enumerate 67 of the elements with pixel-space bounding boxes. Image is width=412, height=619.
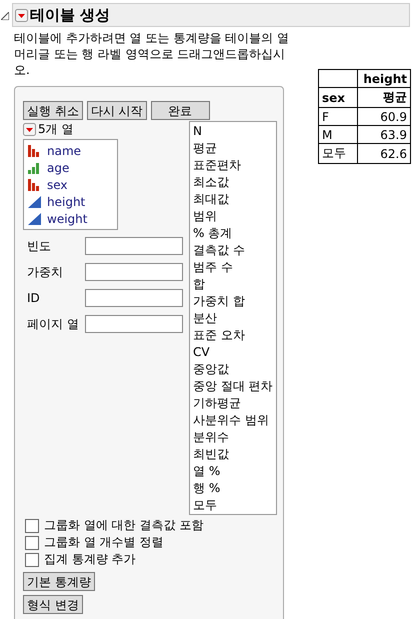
row-label-header: sex (318, 88, 358, 108)
statistic-item[interactable]: 최대값 (193, 191, 273, 208)
action-button[interactable]: 다시 시작 (86, 101, 147, 120)
window-title: 테이블 생성 (30, 6, 110, 24)
role-label: 페이지 열 (27, 316, 80, 332)
statistic-item[interactable]: 합 (193, 276, 273, 293)
statistic-item[interactable]: CV (193, 344, 273, 361)
statistic-item[interactable]: 최소값 (193, 174, 273, 191)
statistic-item[interactable]: 표준 오차 (193, 327, 273, 344)
instruction-text: 테이블에 추가하려면 열 또는 통계량을 테이블의 열 머리글 또는 행 라벨 영역으로 드래그앤드롭하십시오. (14, 30, 290, 78)
drop-field[interactable] (85, 315, 183, 333)
bar-chart-icon (28, 178, 41, 190)
statistic-item[interactable]: 결측값 수 (193, 242, 273, 259)
drop-field[interactable] (85, 263, 183, 281)
statistic-item[interactable]: 평균 (193, 140, 273, 157)
statistic-item[interactable]: 표준편차 (193, 157, 273, 174)
table-cell: 모두 (318, 144, 358, 164)
table-cell: 62.6 (358, 144, 410, 164)
statistic-item[interactable]: 열 % (193, 463, 273, 480)
statistic-item[interactable]: 분위수 (193, 429, 273, 446)
collapse-icon[interactable] (1, 12, 9, 20)
checkbox[interactable] (25, 552, 39, 566)
table-cell: 60.9 (358, 108, 410, 126)
role-label: 빈도 (27, 238, 52, 254)
columns-header: 5개 열 (38, 120, 74, 138)
statistic-item[interactable]: 모두 (193, 497, 273, 514)
format-button[interactable]: 기본 통계량 (23, 572, 95, 591)
checkbox[interactable] (25, 518, 39, 532)
column-header: height (358, 70, 410, 88)
checkbox[interactable] (25, 536, 39, 550)
column-item[interactable]: name (28, 142, 117, 159)
column-item[interactable]: height (28, 193, 117, 210)
statistic-item[interactable]: 범위 (193, 208, 273, 225)
statistic-item[interactable]: 사분위수 범위 (193, 412, 273, 429)
statistic-item[interactable]: N (193, 123, 273, 140)
checkbox-label: 그룹화 열 개수별 정렬 (44, 534, 164, 551)
table-cell: M (318, 126, 358, 144)
drop-field[interactable] (85, 289, 183, 307)
checkbox-label: 집계 통계량 추가 (44, 551, 136, 568)
bar-chart-icon (28, 162, 41, 174)
statistic-item[interactable]: 행 % (193, 480, 273, 497)
action-button[interactable]: 완료 (150, 101, 210, 120)
statistic-item[interactable]: 최빈값 (193, 446, 273, 463)
statistic-item[interactable]: 분산 (193, 310, 273, 327)
bar-chart-icon (28, 144, 41, 156)
triangle-icon (28, 212, 41, 224)
statistic-header: 평균 (358, 88, 410, 108)
role-label: ID (27, 291, 41, 305)
format-button[interactable]: 형식 변경 (23, 595, 83, 614)
drop-field[interactable] (85, 237, 183, 255)
disclosure-icon[interactable] (15, 8, 28, 22)
triangle-icon (28, 196, 41, 208)
table-cell: 63.9 (358, 126, 410, 144)
statistic-item[interactable]: 중앙 절대 편차 (193, 378, 273, 395)
statistic-item[interactable]: % 총계 (193, 225, 273, 242)
action-button[interactable]: 실행 취소 (23, 101, 83, 120)
column-item[interactable]: age (28, 159, 117, 176)
role-label: 가중치 (27, 264, 64, 280)
statistic-item[interactable]: 가중치 합 (193, 293, 273, 310)
disclosure-icon[interactable] (23, 122, 36, 136)
statistic-item[interactable]: 기하평균 (193, 395, 273, 412)
checkbox-label: 그룹화 열에 대한 결측값 포함 (44, 517, 204, 534)
table-cell: F (318, 108, 358, 126)
column-item[interactable]: sex (28, 176, 117, 193)
statistic-item[interactable]: 중앙값 (193, 361, 273, 378)
statistic-item[interactable]: 범주 수 (193, 259, 273, 276)
column-item[interactable]: weight (28, 210, 117, 227)
